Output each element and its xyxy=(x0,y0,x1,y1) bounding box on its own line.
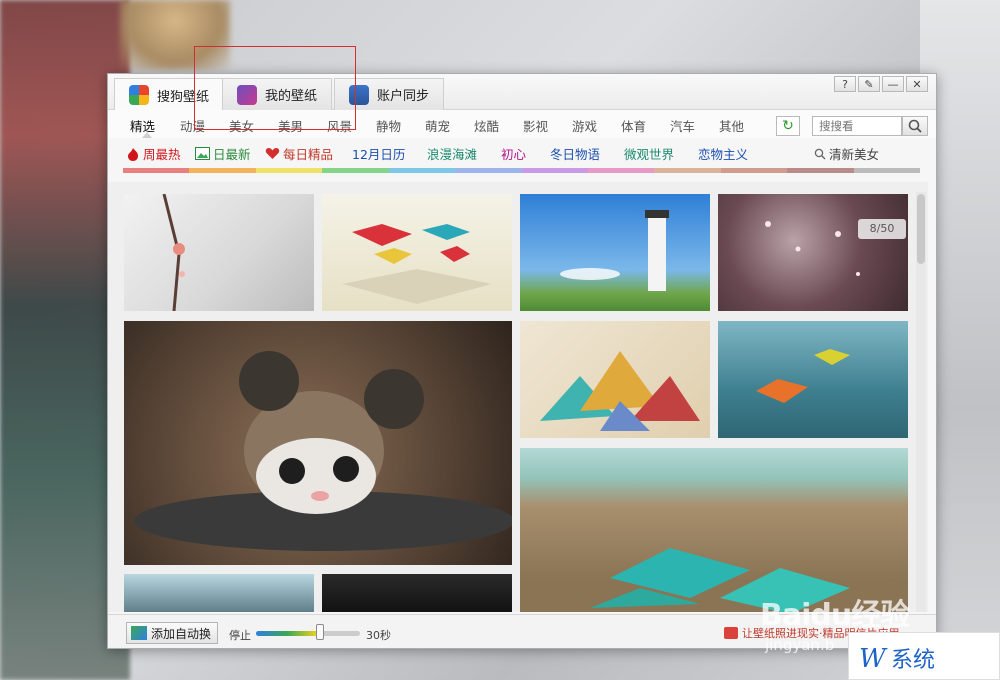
speed-max-label: 30秒 xyxy=(366,629,391,642)
search-icon xyxy=(814,148,826,159)
image-icon xyxy=(195,147,210,160)
category-cool[interactable]: 炫酷 xyxy=(474,116,499,135)
speed-slider-fill xyxy=(256,631,319,636)
add-auto-change-label: 添加自动换 xyxy=(151,626,212,641)
minimize-button[interactable]: — xyxy=(882,76,904,92)
baidu-watermark: Baidu经验 xyxy=(760,598,910,633)
topic-weekly-hot[interactable]: 周最热 xyxy=(126,144,181,163)
topic-daily-new[interactable]: 日最新 xyxy=(195,144,251,163)
search-input[interactable] xyxy=(812,116,902,136)
category-cars[interactable]: 汽车 xyxy=(670,116,695,135)
category-pets[interactable]: 萌宠 xyxy=(425,116,450,135)
topic-label: 周最热 xyxy=(143,147,181,162)
page-counter: 8/50 xyxy=(858,219,906,239)
category-games[interactable]: 游戏 xyxy=(572,116,597,135)
topic-label: 冬日物语 xyxy=(550,147,601,162)
wallpaper-thumb-camera[interactable] xyxy=(124,574,314,612)
wallpaper-gallery xyxy=(108,182,928,612)
color-strip-segment xyxy=(388,168,456,173)
window-controls: ? ✎ — ✕ xyxy=(834,76,928,92)
category-film[interactable]: 影视 xyxy=(523,116,548,135)
scrollbar-thumb[interactable] xyxy=(917,194,925,264)
topic-romantic-beach[interactable]: 浪漫海滩 xyxy=(427,144,477,163)
topic-fetishism[interactable]: 恋物主义 xyxy=(698,144,748,163)
topic-winter-story[interactable]: 冬日物语 xyxy=(550,144,600,163)
gallery-scrollbar[interactable] xyxy=(916,192,926,612)
wallpaper-thumb-beach-paper-boats[interactable] xyxy=(520,448,908,612)
auto-change-icon xyxy=(131,626,147,640)
sogou-logo-icon xyxy=(129,85,149,105)
wallpaper-thumb-paper-cranes[interactable] xyxy=(520,321,710,438)
topic-fresh-beauty[interactable]: 清新美女 xyxy=(814,144,879,163)
wallpaper-thumb-paper-boats-book[interactable] xyxy=(322,194,512,311)
speed-slider-handle[interactable] xyxy=(316,624,324,640)
topic-label: 微观世界 xyxy=(624,147,675,162)
topic-original-heart[interactable]: 初心 xyxy=(501,144,526,163)
search-icon xyxy=(908,119,922,133)
color-strip-segment xyxy=(787,168,854,173)
wallpaper-thumb-bokeh-branches[interactable] xyxy=(718,194,908,311)
skin-button[interactable]: ✎ xyxy=(858,76,880,92)
topic-label: 初心 xyxy=(501,147,527,162)
color-strip-segment xyxy=(255,168,323,173)
wallpaper-thumb-lighthouse[interactable] xyxy=(520,194,710,311)
topic-label: 浪漫海滩 xyxy=(427,147,478,162)
category-sports[interactable]: 体育 xyxy=(621,116,646,135)
svg-text:系统: 系统 xyxy=(891,648,935,673)
topic-nav: 周最热 日最新 每日精品 12月日历 浪漫海滩 初心 冬日物语 微观世界 恋物主… xyxy=(108,138,936,168)
color-strip-segment xyxy=(654,168,721,173)
wallpaper-thumb-winter-branch[interactable] xyxy=(124,194,314,311)
color-strip-segment xyxy=(189,168,256,173)
topic-label: 每日精品 xyxy=(283,147,334,162)
add-auto-change-button[interactable]: 添加自动换 xyxy=(126,622,219,644)
wallpaper-thumb-dark-camera[interactable] xyxy=(322,574,512,612)
topic-label: 日最新 xyxy=(213,147,251,162)
fire-icon xyxy=(128,147,138,161)
color-strip-segment xyxy=(521,168,588,173)
search-button[interactable] xyxy=(902,116,928,136)
speed-slider-track[interactable] xyxy=(256,631,360,636)
help-button[interactable]: ? xyxy=(834,76,856,92)
tab-label: 账户同步 xyxy=(377,89,430,104)
category-still-life[interactable]: 静物 xyxy=(376,116,401,135)
svg-text:W: W xyxy=(859,644,888,674)
jingyan-watermark: jingyan.b xyxy=(765,636,835,654)
topic-label: 12月日历 xyxy=(352,147,406,162)
heart-icon xyxy=(265,148,280,159)
speed-stop-label: 停止 xyxy=(229,629,251,642)
color-strip-segment xyxy=(455,168,522,173)
topic-label: 清新美女 xyxy=(829,147,880,162)
wallpaper-thumb-kitten-bear-hat[interactable] xyxy=(124,321,512,565)
topic-december-calendar[interactable]: 12月日历 xyxy=(352,144,405,163)
mail-icon xyxy=(724,627,738,639)
refresh-icon: ↻ xyxy=(782,118,794,134)
wallpaper-app-window: 搜狗壁纸 我的壁纸 账户同步 ? ✎ — ✕ 精选 动漫 美女 美男 风景 静物… xyxy=(107,73,937,649)
color-strip-segment xyxy=(322,168,389,173)
topic-daily-pick[interactable]: 每日精品 xyxy=(265,144,333,163)
refresh-button[interactable]: ↻ xyxy=(776,116,800,136)
site-logo-watermark: W 系统 xyxy=(848,632,1000,680)
color-strip-segment xyxy=(853,168,921,173)
color-strip xyxy=(123,168,921,173)
topic-label: 恋物主义 xyxy=(698,147,749,162)
category-other[interactable]: 其他 xyxy=(719,116,744,135)
color-strip-segment xyxy=(123,168,190,173)
color-strip-segment xyxy=(587,168,655,173)
close-button[interactable]: ✕ xyxy=(906,76,928,92)
color-strip-segment xyxy=(720,168,788,173)
wallpaper-thumb-boats-on-water[interactable] xyxy=(718,321,908,438)
topic-micro-world[interactable]: 微观世界 xyxy=(624,144,674,163)
annotation-highlight-box xyxy=(194,46,356,130)
